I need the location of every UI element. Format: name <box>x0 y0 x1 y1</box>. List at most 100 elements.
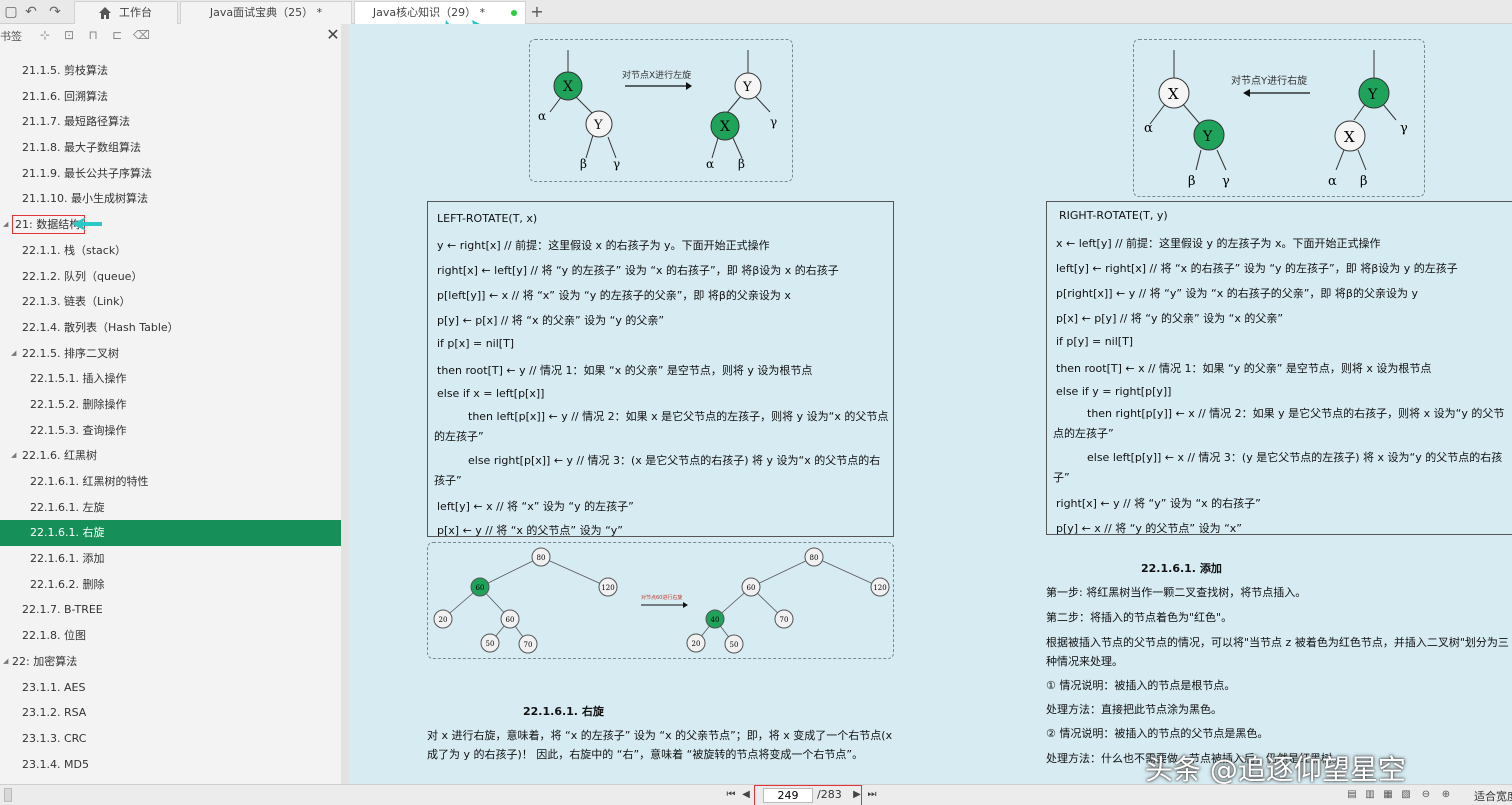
double-page-view-icon[interactable]: ▦ <box>1382 789 1394 801</box>
gamma-label: γ <box>770 115 777 129</box>
item-label: 22.1.5.3. 查询操作 <box>30 423 127 437</box>
list-item[interactable]: 21.1.6. 回溯算法 <box>0 84 341 110</box>
list-item[interactable]: 21.1.7. 最短路径算法 <box>0 109 341 135</box>
list-item[interactable]: 22.1.6.1. 左旋 <box>0 495 341 521</box>
collapse-triangle-icon[interactable]: ◢ <box>11 443 19 469</box>
list-item[interactable]: ◢ 22: 加密算法 <box>0 649 341 675</box>
code-line: then right[p[y]] ← x // 情况 2：如果 y 是它父节点的… <box>1053 407 1505 440</box>
item-label: 23.1.4. MD5 <box>22 757 89 771</box>
save-icon[interactable]: ▢ <box>2 3 20 21</box>
continuous-view-icon[interactable]: ▥ <box>1364 789 1376 801</box>
alpha-label: α <box>1144 121 1153 136</box>
left-rotate-code-box: LEFT-ROTATE(T, x) y ← right[x] // 前提：这里假… <box>427 201 894 537</box>
list-item[interactable]: 22.1.6.1. 红黑树的特性 <box>0 469 341 495</box>
code-line: p[x] ← p[y] // 将 “y 的父亲” 设为 “x 的父亲” <box>1056 312 1284 325</box>
item-label: 22.1.2. 队列（queue） <box>22 269 143 283</box>
sidebar-title: 书签 <box>0 30 22 43</box>
close-sidebar-button[interactable]: ✕ <box>324 26 342 44</box>
list-item[interactable]: 22.1.3. 链表（Link） <box>0 289 341 315</box>
redo-icon[interactable]: ↷ <box>46 3 64 21</box>
item-label: 21.1.7. 最短路径算法 <box>22 115 130 129</box>
book-view-icon[interactable]: ▧ <box>1400 789 1412 801</box>
list-item[interactable]: 22.1.8. 位图 <box>0 623 341 649</box>
code-line: right[x] ← left[y] // 将 “y 的左孩子” 设为 “x 的… <box>437 264 839 277</box>
tab-label: Java面试宝典（25） * <box>209 6 323 19</box>
list-item-selected[interactable]: 22.1.6.1. 右旋 <box>0 520 341 547</box>
node-label: 60 <box>476 584 485 592</box>
item-label: 23.1.2. RSA <box>22 706 87 720</box>
collapse-all-icon[interactable]: ⊡ <box>62 28 76 42</box>
sidebar-header: 书签 ⊹ ⊡ ⊓ ⊏ ⌫ ✕ <box>0 24 349 48</box>
list-item[interactable]: ◢ 22.1.6. 红黑树 <box>0 443 341 469</box>
zoom-in-icon[interactable]: ⊕ <box>1440 789 1452 801</box>
home-icon <box>99 7 111 19</box>
list-item[interactable]: 22.1.6.1. 添加 <box>0 546 341 572</box>
code-line: then left[p[x]] ← y // 情况 2：如果 x 是它父节点的左… <box>434 410 889 443</box>
document-view[interactable]: X Y α β γ 对节点X进行左旋 Y X γ α β X Y α β γ 对… <box>349 24 1512 784</box>
tab-workbench[interactable]: 工作台 <box>74 1 178 24</box>
sidebar-scrollbar[interactable] <box>341 24 349 784</box>
list-item[interactable]: 21.1.8. 最大子数组算法 <box>0 135 341 161</box>
first-page-icon[interactable]: ⏮ <box>724 788 738 802</box>
new-tab-button[interactable]: + <box>528 1 546 23</box>
single-page-view-icon[interactable]: ▤ <box>1346 789 1358 801</box>
tab-java-interview[interactable]: Java面试宝典（25） * <box>180 1 352 24</box>
list-item[interactable]: 23.1.4. MD5 <box>0 752 341 778</box>
item-label: 22.1.1. 栈（stack） <box>22 243 127 257</box>
example-tree: 80 60 120 20 60 50 70 80 60 120 40 70 20… <box>433 547 890 654</box>
node-label: 60 <box>506 616 515 624</box>
collapse-triangle-icon[interactable]: ◢ <box>11 341 19 367</box>
beta-label: β <box>580 157 587 171</box>
list-item[interactable]: 22.1.7. B-TREE <box>0 597 341 623</box>
collapse-triangle-icon[interactable]: ◢ <box>3 212 11 238</box>
zoom-select[interactable]: 适合宽度 <box>1474 788 1512 804</box>
list-item[interactable]: 22.1.2. 队列（queue） <box>0 264 341 290</box>
list-item[interactable]: ◢ 22.1.5. 排序二叉树 <box>0 341 341 367</box>
prev-page-icon[interactable]: ◀ <box>739 788 753 802</box>
watermark: 头条 @追逐仰望星空 <box>1145 753 1406 786</box>
bookmark-icon[interactable]: ⊓ <box>86 28 100 42</box>
list-item[interactable]: 22.1.6.2. 删除 <box>0 572 341 598</box>
code-line: p[y] ← p[x] // 将 “x 的父亲” 设为 “y 的父亲” <box>437 314 665 327</box>
list-item[interactable]: 22.1.5.3. 查询操作 <box>0 418 341 444</box>
item-label: 23.1.1. AES <box>22 680 86 694</box>
last-page-icon[interactable]: ⏭ <box>865 788 879 802</box>
code-line: p[x] ← y // 将 “x 的父节点” 设为 “y” <box>437 524 624 537</box>
list-item[interactable]: ◢ 21: 数据结构 <box>0 212 341 238</box>
list-item[interactable]: 22.1.5.1. 插入操作 <box>0 366 341 392</box>
code-line: if p[y] = nil[T] <box>1056 335 1134 348</box>
list-item[interactable]: 21.1.9. 最长公共子序算法 <box>0 161 341 187</box>
beta-label: β <box>1188 174 1196 189</box>
list-item[interactable]: 22.1.5.2. 删除操作 <box>0 392 341 418</box>
add-bookmark-icon[interactable]: ⊹ <box>38 28 52 42</box>
node-x-label: X <box>720 119 730 135</box>
node-label: 50 <box>486 640 495 648</box>
node-label: 20 <box>692 640 701 648</box>
delete-icon[interactable]: ⌫ <box>133 28 150 42</box>
list-item[interactable]: 21.1.10. 最小生成树算法 <box>0 186 341 212</box>
item-label: 22.1.5.1. 插入操作 <box>30 372 127 386</box>
bookmark-child-icon[interactable]: ⊏ <box>110 28 124 42</box>
list-item[interactable]: 23.1.3. CRC <box>0 726 341 752</box>
diagram-caption: 对节点60进行右旋 <box>641 594 682 601</box>
alpha-label: α <box>706 157 714 171</box>
undo-icon[interactable]: ↶ <box>22 3 40 21</box>
paragraph-line: 根据被插入节点的父节点的情况，可以将"当节点 z 被着色为红色节点，并插入二叉树… <box>1046 636 1509 649</box>
list-item[interactable]: 22.1.4. 散列表（Hash Table） <box>0 315 341 341</box>
zoom-out-icon[interactable]: ⊖ <box>1420 789 1432 801</box>
next-page-icon[interactable]: ▶ <box>850 788 864 802</box>
code-line: left[y] ← right[x] // 将 “x 的右孩子” 设为 “y 的… <box>1056 262 1458 275</box>
list-item[interactable]: 23.1.2. RSA <box>0 700 341 726</box>
list-item[interactable]: 21.1.5. 剪枝算法 <box>0 58 341 84</box>
code-line: p[left[y]] ← x // 将 “x” 设为 “y 的左孩子的父亲”，即… <box>437 289 791 302</box>
list-item[interactable]: 23.1.1. AES <box>0 675 341 701</box>
list-item[interactable]: 22.1.1. 栈（stack） <box>0 238 341 264</box>
gamma-label: γ <box>1400 121 1408 136</box>
modified-dot-icon <box>511 10 517 16</box>
item-label: 21.1.10. 最小生成树算法 <box>22 192 148 206</box>
sidebar-toggle-icon[interactable] <box>4 788 12 802</box>
collapse-triangle-icon[interactable]: ◢ <box>3 649 11 675</box>
node-y-label: Y <box>1367 87 1378 103</box>
code-line: else if y = right[p[y]] <box>1056 385 1172 398</box>
page-number-input[interactable] <box>763 788 813 803</box>
